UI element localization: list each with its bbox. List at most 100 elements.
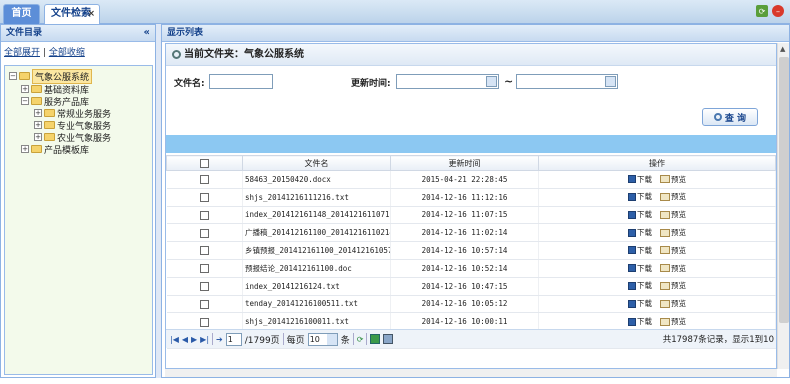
table-row[interactable]: 广播稿_201412161100_20141216110214. 2014-12-… bbox=[166, 223, 776, 243]
file-name-cell: index_201412161148_20141216110715.t bbox=[242, 206, 391, 225]
per-page-label: 每页 bbox=[286, 335, 305, 346]
preview-link[interactable]: 预览 bbox=[660, 316, 686, 327]
preview-link[interactable]: 预览 bbox=[660, 298, 686, 309]
table-row[interactable]: shjs_20141216111216.txt 2014-12-16 11:12:… bbox=[166, 188, 776, 207]
select-all-checkbox-cell[interactable] bbox=[166, 155, 243, 171]
row-checkbox[interactable] bbox=[199, 299, 209, 309]
next-page-icon[interactable]: ▶ bbox=[191, 335, 197, 344]
row-checkbox[interactable] bbox=[199, 317, 209, 327]
preview-link[interactable]: 预览 bbox=[660, 174, 686, 185]
tree-node-service-products[interactable]: − 服务产品库 bbox=[21, 95, 89, 108]
tree-toggle-icon[interactable]: − bbox=[9, 72, 17, 80]
download-link[interactable]: 下载 bbox=[628, 245, 652, 256]
end-date-input[interactable] bbox=[516, 74, 618, 89]
row-checkbox-cell[interactable] bbox=[166, 312, 243, 332]
row-checkbox-cell[interactable] bbox=[166, 295, 243, 314]
tree-toggle-icon[interactable]: − bbox=[21, 97, 29, 105]
tree-toggle-icon[interactable]: + bbox=[21, 85, 29, 93]
tree-toggle-icon[interactable]: + bbox=[34, 133, 42, 141]
table-row[interactable]: 乡镇预报_201412161100_2014121610571 2014-12-1… bbox=[166, 241, 776, 260]
folder-icon bbox=[44, 121, 55, 129]
collapse-panel-icon[interactable]: « bbox=[144, 25, 150, 41]
table-row[interactable]: 预报结论_201412161100.doc 2014-12-16 10:52:14… bbox=[166, 259, 776, 278]
scrollbar-thumb[interactable] bbox=[779, 57, 789, 323]
start-date-input[interactable] bbox=[396, 74, 499, 89]
go-page-icon[interactable]: ➔ bbox=[216, 335, 223, 344]
close-icon[interactable]: × bbox=[87, 5, 95, 23]
tree-node-templates[interactable]: + 产品模板库 bbox=[21, 143, 89, 156]
row-checkbox[interactable] bbox=[199, 264, 209, 274]
row-checkbox[interactable] bbox=[199, 228, 209, 238]
row-checkbox[interactable] bbox=[199, 175, 209, 185]
tree-toggle-icon[interactable]: + bbox=[34, 121, 42, 129]
column-header-update-time[interactable]: 更新时间 bbox=[390, 155, 539, 171]
last-page-icon[interactable]: ▶| bbox=[200, 335, 209, 344]
row-checkbox-cell[interactable] bbox=[166, 206, 243, 225]
row-checkbox-cell[interactable] bbox=[166, 241, 243, 260]
row-checkbox[interactable] bbox=[199, 210, 209, 220]
table-row[interactable]: tenday_20141216100511.txt 2014-12-16 10:0… bbox=[166, 295, 776, 314]
file-name-cell: shjs_20141216111216.txt bbox=[242, 188, 391, 207]
preview-link[interactable]: 预览 bbox=[660, 245, 686, 256]
close-circle-icon[interactable]: – bbox=[772, 5, 784, 17]
download-link[interactable]: 下载 bbox=[628, 263, 652, 274]
filename-input[interactable] bbox=[209, 74, 273, 89]
tree-toggle-icon[interactable]: + bbox=[34, 109, 42, 117]
tree-node-professional[interactable]: + 专业气象服务 bbox=[34, 119, 111, 132]
table-row[interactable]: index_20141216124.txt 2014-12-16 10:47:15… bbox=[166, 277, 776, 296]
preview-link[interactable]: 预览 bbox=[660, 191, 686, 202]
tree-node-routine[interactable]: + 常规业务服务 bbox=[34, 107, 111, 120]
refresh-icon[interactable]: ⟳ bbox=[756, 5, 768, 17]
collapse-all-link[interactable]: 全部收缩 bbox=[49, 48, 85, 58]
row-checkbox[interactable] bbox=[199, 246, 209, 256]
download-link[interactable]: 下载 bbox=[628, 174, 652, 185]
preview-link[interactable]: 预览 bbox=[660, 280, 686, 291]
prev-page-icon[interactable]: ◀ bbox=[182, 335, 188, 344]
table-row[interactable]: index_201412161148_20141216110715.t 2014-… bbox=[166, 206, 776, 225]
tree-toggle-icon[interactable]: + bbox=[21, 145, 29, 153]
divider bbox=[282, 333, 284, 345]
update-time-cell: 2015-04-21 22:28:45 bbox=[390, 170, 539, 189]
tab-file-search[interactable]: 文件检索 × bbox=[44, 4, 100, 24]
download-link[interactable]: 下载 bbox=[628, 191, 652, 202]
row-checkbox-cell[interactable] bbox=[166, 223, 243, 243]
download-link[interactable]: 下载 bbox=[628, 227, 652, 238]
print-icon[interactable] bbox=[383, 334, 394, 344]
display-list-header: 显示列表 bbox=[162, 25, 789, 42]
tab-home[interactable]: 首页 bbox=[3, 4, 40, 24]
row-checkbox-cell[interactable] bbox=[166, 188, 243, 207]
download-link[interactable]: 下载 bbox=[628, 280, 652, 291]
first-page-icon[interactable]: |◀ bbox=[170, 335, 179, 344]
per-page-select[interactable]: 10 bbox=[307, 332, 338, 346]
table-row[interactable]: 58463_20150420.docx 2015-04-21 22:28:45 下载… bbox=[166, 170, 776, 189]
row-checkbox[interactable] bbox=[199, 281, 209, 291]
export-excel-icon[interactable] bbox=[370, 334, 381, 344]
download-link[interactable]: 下载 bbox=[628, 316, 652, 327]
scroll-up-icon[interactable]: ▲ bbox=[780, 45, 785, 53]
download-link[interactable]: 下载 bbox=[628, 298, 652, 309]
download-link[interactable]: 下载 bbox=[628, 209, 652, 220]
table-row[interactable]: shjs_20141216100011.txt 2014-12-16 10:00:… bbox=[166, 312, 776, 332]
column-header-filename[interactable]: 文件名 bbox=[242, 155, 391, 171]
tree-node-basic-data[interactable]: + 基础资料库 bbox=[21, 83, 89, 96]
row-checkbox-cell[interactable] bbox=[166, 259, 243, 278]
preview-link[interactable]: 预览 bbox=[660, 227, 686, 238]
calendar-icon[interactable] bbox=[605, 76, 616, 87]
horizontal-scrollbar[interactable] bbox=[165, 369, 777, 377]
update-time-cell: 2014-12-16 11:07:15 bbox=[390, 206, 539, 225]
expand-all-link[interactable]: 全部展开 bbox=[4, 48, 40, 58]
file-name-cell: 广播稿_201412161100_20141216110214. bbox=[242, 223, 391, 243]
row-checkbox-cell[interactable] bbox=[166, 277, 243, 296]
calendar-icon[interactable] bbox=[486, 76, 497, 87]
row-checkbox-cell[interactable] bbox=[166, 170, 243, 189]
row-checkbox[interactable] bbox=[199, 192, 209, 202]
preview-link[interactable]: 预览 bbox=[660, 263, 686, 274]
query-button[interactable]: 查 询 bbox=[702, 108, 758, 126]
tree-node-root[interactable]: − 气象公服系统 bbox=[9, 68, 93, 84]
reload-icon[interactable]: ⟳ bbox=[357, 335, 364, 344]
page-number-input[interactable]: 1 bbox=[225, 332, 242, 346]
tree-node-agriculture[interactable]: + 农业气象服务 bbox=[34, 131, 111, 144]
vertical-scrollbar[interactable]: ▲ bbox=[777, 43, 789, 369]
select-all-checkbox[interactable] bbox=[200, 158, 209, 168]
preview-link[interactable]: 预览 bbox=[660, 209, 686, 220]
